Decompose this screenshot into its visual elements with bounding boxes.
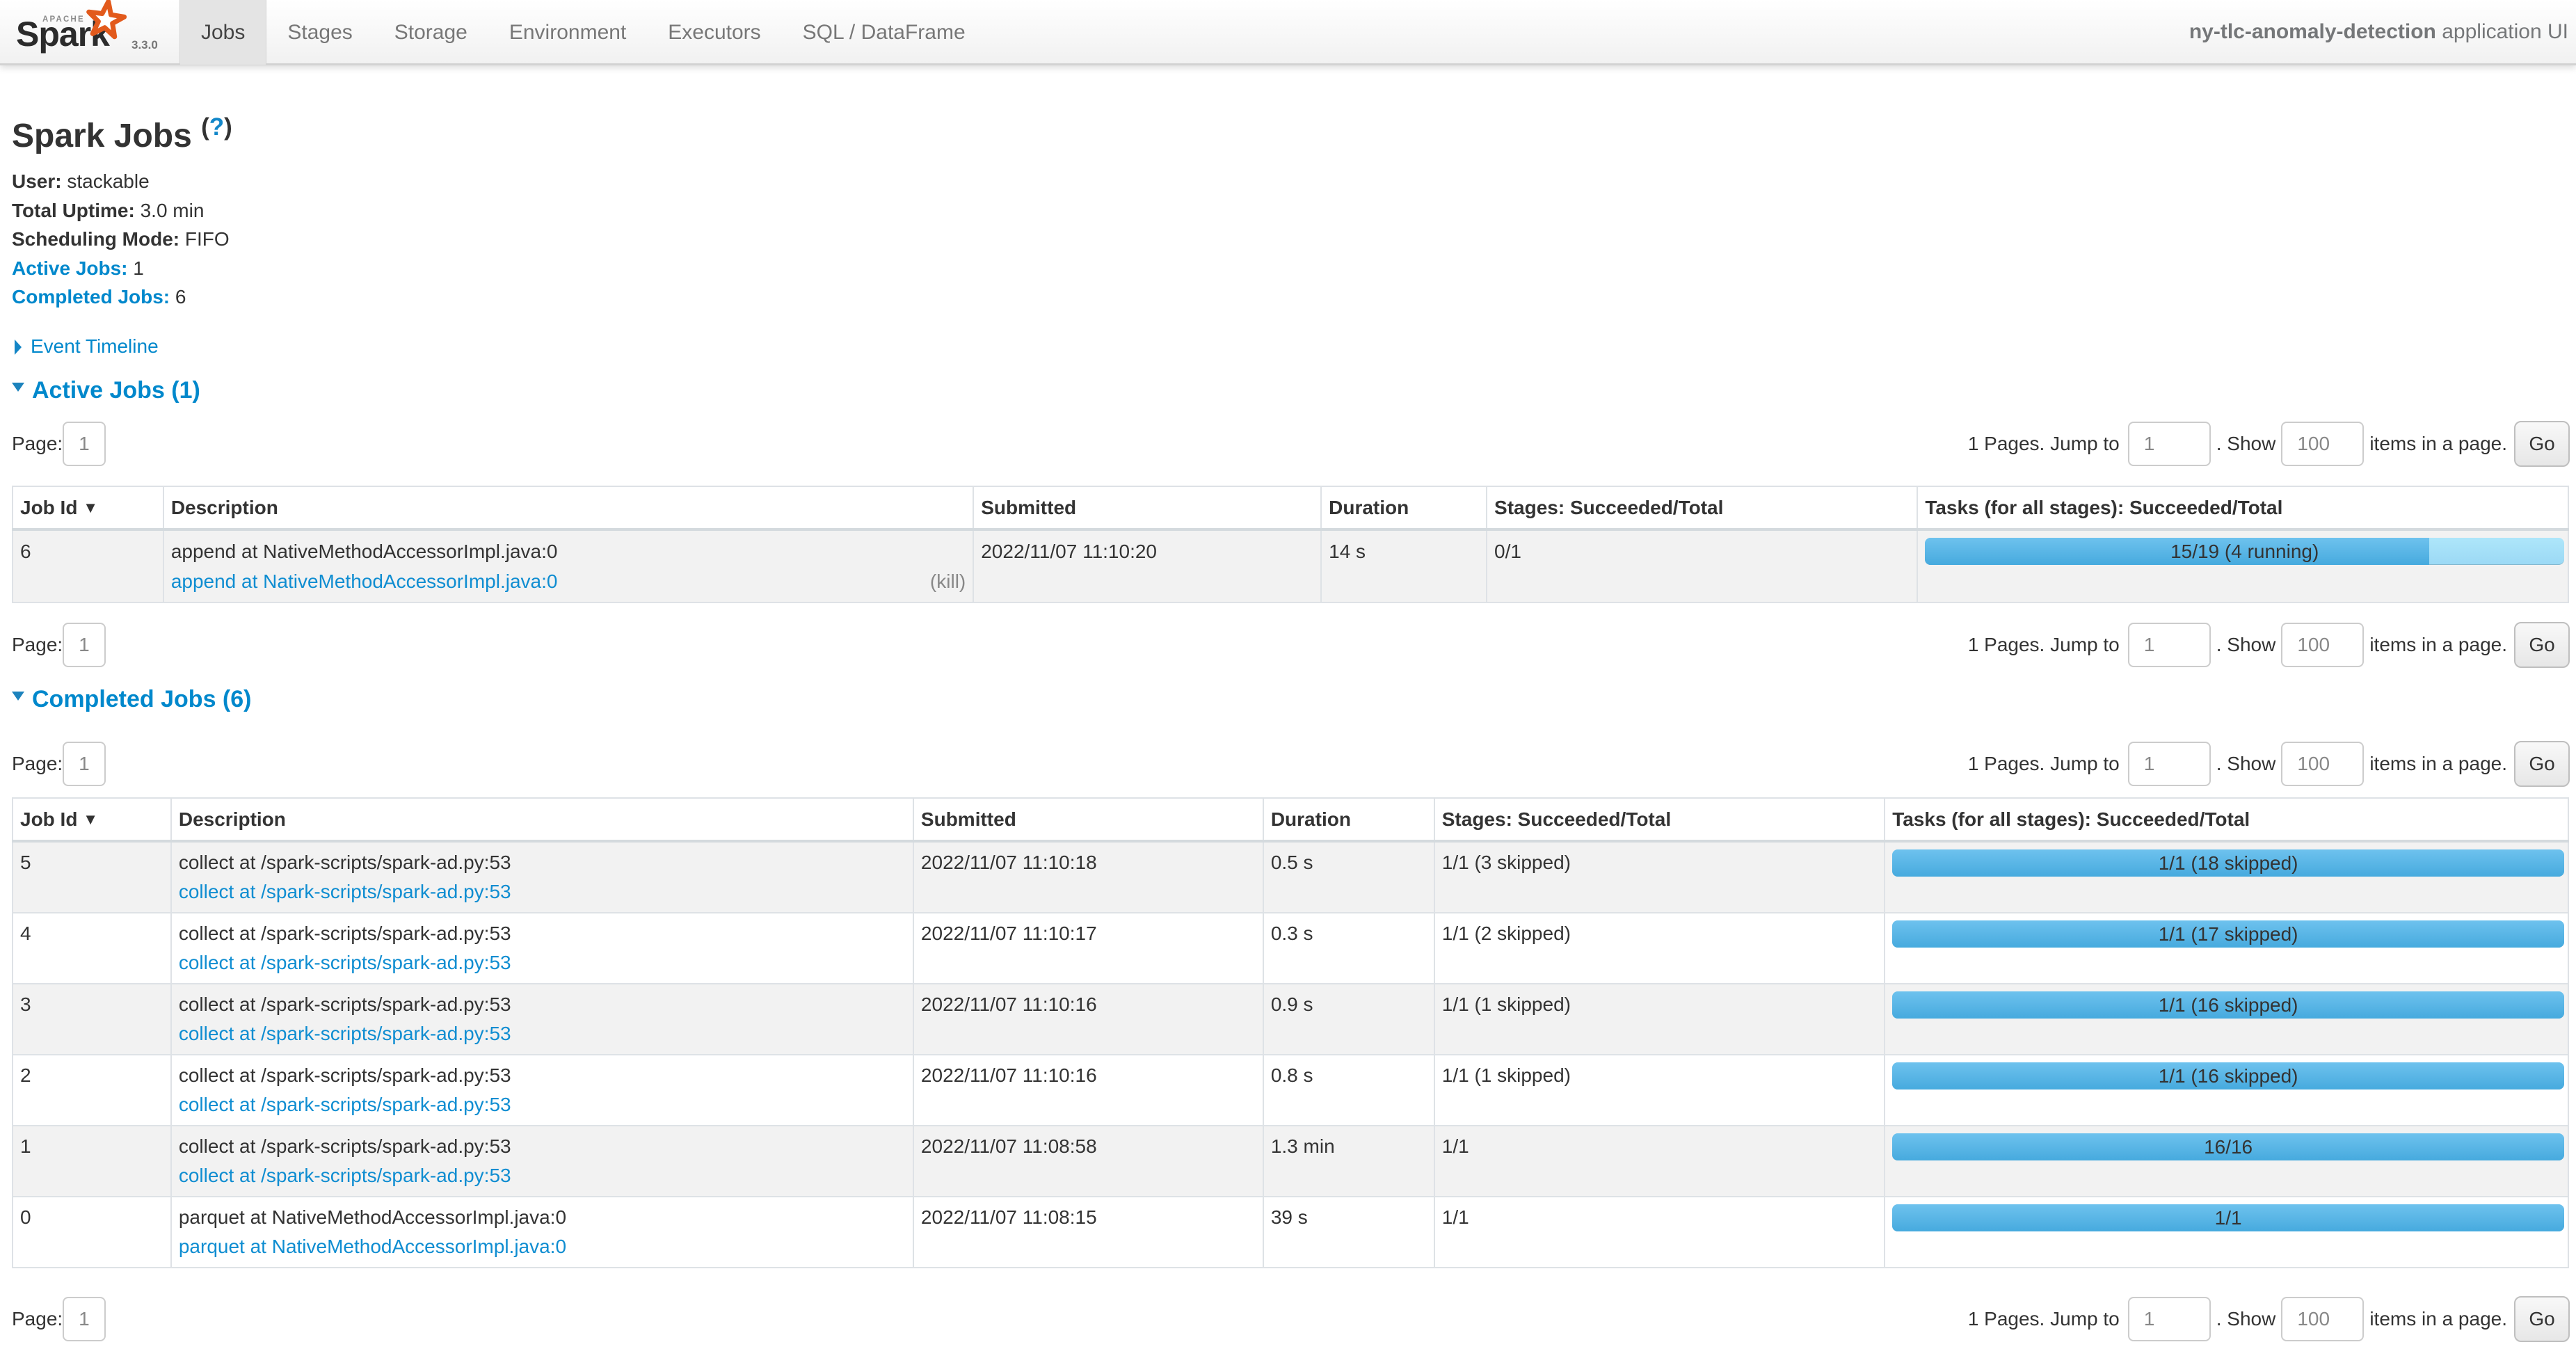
svg-text:3.3.0: 3.3.0 <box>131 38 158 51</box>
